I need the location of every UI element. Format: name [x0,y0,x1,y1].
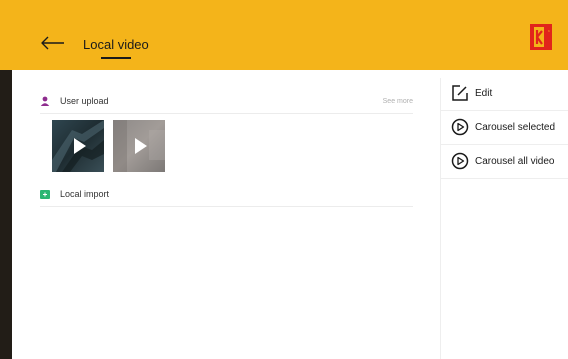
kodak-logo: K [530,24,552,50]
folder-icon [40,189,50,199]
edit-button[interactable]: Edit [441,76,568,110]
section-label: User upload [60,96,109,106]
play-circle-icon [451,118,469,136]
app-header: Local video K [0,0,568,70]
back-button[interactable] [40,34,68,52]
section-user-upload: User upload See more [40,92,413,110]
see-more-link[interactable]: See more [383,98,413,105]
left-edge-bar [0,70,12,359]
carousel-all-video-button[interactable]: Carousel all video [441,144,568,178]
video-thumb-2[interactable] [113,120,165,172]
section-divider [40,113,413,114]
section-label: Local import [60,189,110,199]
section-local-import[interactable]: Local import [40,185,413,203]
video-thumb-1[interactable] [52,120,104,172]
side-item-divider [441,178,568,179]
carousel-selected-label: Carousel selected [475,121,556,133]
page-title: Local video [83,37,149,52]
back-arrow-icon [41,36,64,50]
user-icon [40,96,50,106]
svg-text:K: K [548,29,550,33]
carousel-selected-button[interactable]: Carousel selected [441,110,568,144]
edit-icon [451,84,469,102]
play-circle-icon [451,152,469,170]
title-underline [101,57,131,59]
edit-label: Edit [475,87,493,99]
section-divider [40,206,413,207]
carousel-all-video-label: Carousel all video [475,155,555,167]
